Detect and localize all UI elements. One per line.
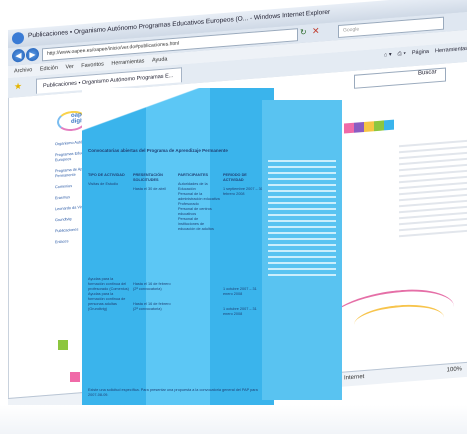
cell: Ayudas para la formación continua del pr… bbox=[88, 277, 129, 291]
decorative-square bbox=[70, 372, 80, 382]
table-column: PERIODO DE ACTIVIDAD 1 septiembre 2007 –… bbox=[223, 173, 265, 317]
color-square bbox=[384, 119, 394, 131]
brochure-document: Convocatorias abiertas del Programa de A… bbox=[82, 88, 274, 433]
menu-ayuda[interactable]: Ayuda bbox=[152, 56, 168, 63]
column-header: TIPO DE ACTIVIDAD bbox=[88, 173, 125, 177]
screenshot-scene: Publicaciones • Organismo Autónomo Progr… bbox=[0, 0, 467, 434]
cell: Autoridades de la Educación bbox=[178, 182, 208, 191]
cell: Personal de instituciones de educación d… bbox=[178, 217, 214, 231]
menu-edicion[interactable]: Edición bbox=[40, 65, 58, 72]
brochure-wave bbox=[82, 88, 274, 138]
color-square bbox=[364, 121, 374, 132]
color-strip bbox=[344, 119, 394, 134]
forward-arrow-icon[interactable]: ▶ bbox=[26, 47, 39, 62]
column-header: PARTICIPANTES bbox=[178, 173, 209, 177]
cell: 1 octubre 2007 – 31 enero 2008 bbox=[223, 307, 257, 316]
stop-icon[interactable]: ✕ bbox=[312, 25, 320, 37]
tools-menu[interactable]: Herramientas bbox=[435, 46, 467, 56]
column-header: PERIODO DE ACTIVIDAD bbox=[223, 173, 247, 182]
menu-archivo[interactable]: Archivo bbox=[14, 67, 32, 74]
menu-favoritos[interactable]: Favoritos bbox=[81, 61, 104, 69]
home-icon[interactable]: ⌂ ▾ bbox=[384, 52, 392, 60]
column-header: PRESENTACIÓN SOLICITUDES bbox=[133, 173, 163, 182]
brochure-back-panel bbox=[262, 100, 342, 400]
back-arrow-icon[interactable]: ◀ bbox=[12, 48, 25, 63]
color-square bbox=[344, 122, 354, 134]
decorative-square bbox=[58, 340, 68, 350]
color-square bbox=[354, 121, 364, 133]
cell: Personal de la administración educativa bbox=[178, 192, 220, 201]
right-page-text bbox=[399, 139, 467, 242]
cell: Hasta el 16 de febrero (2ª convocatoria) bbox=[133, 302, 171, 311]
cell: Hasta el 16 de febrero (2ª convocatoria) bbox=[133, 282, 171, 291]
menu-ver[interactable]: Ver bbox=[65, 64, 73, 71]
table-column: PRESENTACIÓN SOLICITUDES Hasta el 30 de … bbox=[133, 173, 175, 312]
brochure-heading: Convocatorias abiertas del Programa de A… bbox=[88, 148, 228, 153]
table-column: TIPO DE ACTIVIDAD Visitas de Estudio Ayu… bbox=[88, 173, 130, 312]
command-bar: ⌂ ▾ ⎙ ▾ Página Herramientas bbox=[384, 46, 467, 60]
cell: Personal de centros educativos bbox=[178, 207, 212, 216]
cell: 1 septiembre 2007 – 30 febrero 2008 bbox=[223, 187, 263, 196]
favorites-star-icon[interactable]: ★ bbox=[14, 81, 22, 93]
menu-herramientas[interactable]: Herramientas bbox=[111, 58, 144, 67]
table-column: PARTICIPANTES Autoridades de la Educació… bbox=[178, 173, 220, 232]
reflection-floor bbox=[0, 405, 467, 434]
color-square bbox=[374, 120, 384, 132]
zoom-level[interactable]: 100% bbox=[447, 366, 462, 373]
refresh-icon[interactable]: ↻ bbox=[300, 27, 307, 37]
brochure-footer: Existe una solicitud específica. Para pr… bbox=[88, 388, 258, 397]
page-menu[interactable]: Página bbox=[412, 49, 429, 57]
ie-logo-icon bbox=[12, 31, 24, 45]
cell: Ayudas para la formación continua de per… bbox=[88, 292, 126, 311]
cell: 1 octubre 2007 – 31 enero 2008 bbox=[223, 287, 257, 296]
print-icon[interactable]: ⎙ ▾ bbox=[398, 51, 406, 59]
back-panel-text bbox=[268, 160, 336, 280]
internet-zone: Internet bbox=[344, 373, 365, 382]
